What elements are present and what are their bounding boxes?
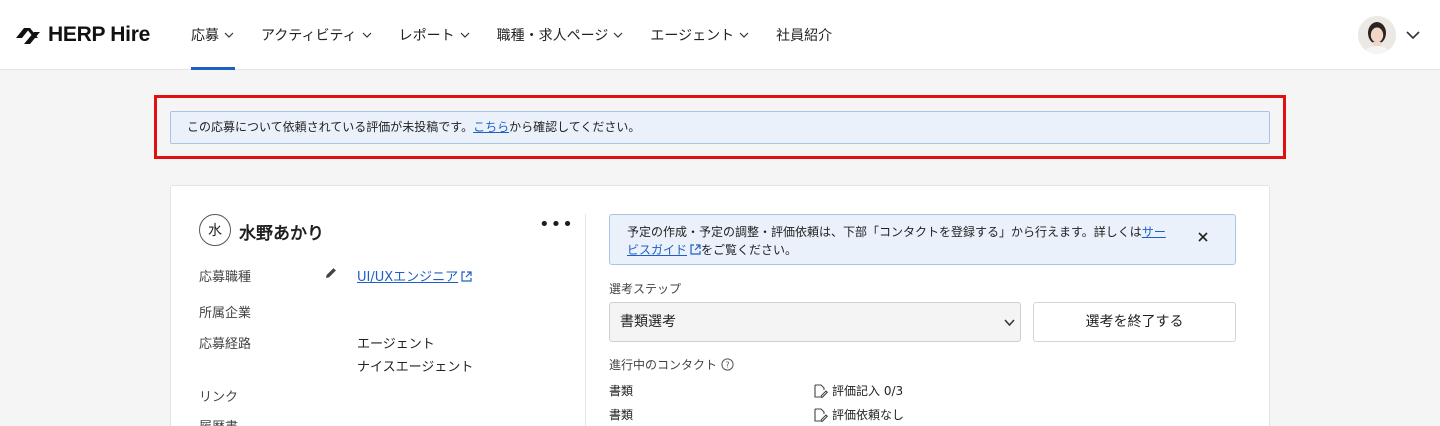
edit-pencil-icon[interactable] <box>324 266 338 280</box>
resume-label: 履歴書 <box>199 416 238 426</box>
svg-text:?: ? <box>725 360 729 369</box>
info-text: 予定の作成・予定の調整・評価依頼は、下部「コンタクトを登録する」から行えます。詳… <box>627 225 1142 239</box>
nav-label: エージェント <box>650 28 735 44</box>
selected-step: 書類選考 <box>620 314 676 330</box>
nav-label: 応募 <box>191 28 219 44</box>
chevron-down-icon <box>362 32 372 38</box>
contacts-label-text: 進行中のコンタクト <box>609 358 718 372</box>
selection-step-select[interactable]: 書類選考 <box>609 302 1021 342</box>
contact-status-text: 評価記入 0/3 <box>832 384 904 398</box>
user-avatar[interactable] <box>1358 16 1396 54</box>
pending-review-alert: この応募について依頼されている評価が未投稿です。こちらから確認してください。 <box>170 111 1270 144</box>
nav-referral[interactable]: 社員紹介 <box>763 0 845 70</box>
more-options-button[interactable]: ••• <box>539 216 574 234</box>
nav-activity[interactable]: アクティビティ <box>248 0 386 70</box>
chevron-down-icon <box>224 32 234 38</box>
position-value[interactable]: UI/UXエンジニア <box>357 266 472 285</box>
contact-status[interactable]: 評価記入 0/3 <box>813 382 903 399</box>
nav-reports[interactable]: レポート <box>386 0 484 70</box>
main-nav: 応募 アクティビティ レポート 職種・求人ページ エージェント 社員紹介 <box>178 0 845 70</box>
logo-text: HERP Hire <box>48 23 150 46</box>
alert-link[interactable]: こちら <box>473 120 509 134</box>
account-chevron-down-icon[interactable] <box>1404 26 1422 44</box>
herp-logo[interactable]: HERP Hire <box>16 22 150 48</box>
external-link-icon <box>690 244 701 255</box>
alert-text: この応募について依頼されている評価が未投稿です。 <box>187 120 474 134</box>
contact-status[interactable]: 評価依頼なし <box>813 406 904 423</box>
service-guide-link[interactable]: サー <box>1142 225 1166 239</box>
application-card: 水 水野あかり ••• 応募職種 UI/UXエンジニア 所属企業 応募経路 エー… <box>170 185 1270 426</box>
links-label: リンク <box>199 390 239 405</box>
external-link-icon <box>461 271 472 282</box>
nav-label: レポート <box>398 28 455 44</box>
ongoing-contacts-label: 進行中のコンタクト ? <box>609 356 734 373</box>
nav-label: 社員紹介 <box>776 28 833 44</box>
route-value-1: エージェント <box>357 337 435 352</box>
info-text-after: をご覧ください。 <box>701 243 798 257</box>
chevron-down-icon <box>1004 319 1015 327</box>
nav-label: 職種・求人ページ <box>496 28 609 44</box>
service-guide-link-cont[interactable]: ビスガイド <box>627 243 687 257</box>
contact-type: 書類 <box>609 408 634 422</box>
review-doc-icon <box>814 407 828 422</box>
end-selection-button[interactable]: 選考を終了する <box>1033 302 1236 342</box>
service-guide-info: 予定の作成・予定の調整・評価依頼は、下部「コンタクトを登録する」から行えます。詳… <box>609 214 1236 265</box>
chevron-down-icon <box>613 32 623 38</box>
candidate-name: 水野あかり <box>239 224 324 244</box>
nav-label: アクティビティ <box>261 28 357 44</box>
route-label: 応募経路 <box>199 337 252 352</box>
position-link[interactable]: UI/UXエンジニア <box>357 270 458 285</box>
review-doc-icon <box>814 383 828 398</box>
chevron-down-icon <box>739 32 749 38</box>
selection-step-label: 選考ステップ <box>609 282 682 296</box>
nav-agents[interactable]: エージェント <box>637 0 763 70</box>
close-icon[interactable] <box>1197 231 1209 243</box>
column-divider <box>585 214 586 426</box>
alert-text-after: から確認してください。 <box>509 120 641 134</box>
chevron-down-icon <box>460 32 470 38</box>
candidate-avatar: 水 <box>199 214 231 246</box>
help-icon[interactable]: ? <box>721 358 734 371</box>
herp-logo-icon <box>16 28 40 44</box>
nav-applications[interactable]: 応募 <box>178 0 248 70</box>
contact-status-text: 評価依頼なし <box>832 408 905 422</box>
position-label: 応募職種 <box>199 270 252 285</box>
route-value-2: ナイスエージェント <box>357 360 474 375</box>
nav-jobs[interactable]: 職種・求人ページ <box>484 0 638 70</box>
contact-type: 書類 <box>609 384 634 398</box>
top-nav-bar: HERP Hire 応募 アクティビティ レポート 職種・求人ページ エージェン… <box>0 0 1440 70</box>
user-avatar-image <box>1358 16 1396 54</box>
company-label: 所属企業 <box>199 306 252 321</box>
